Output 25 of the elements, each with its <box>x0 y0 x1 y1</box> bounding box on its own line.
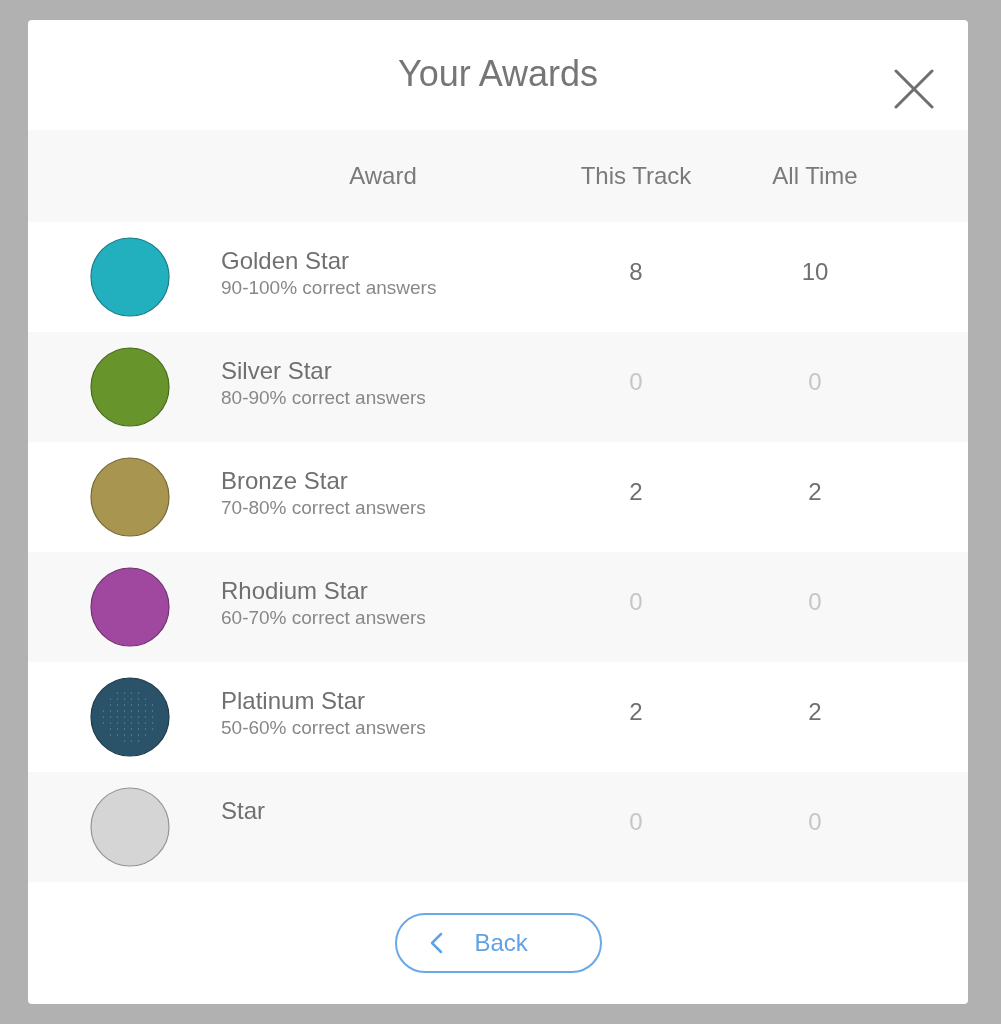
dialog-title: Your Awards <box>397 52 599 96</box>
award-name: Bronze Star <box>221 466 348 496</box>
award-name: Star <box>221 796 265 826</box>
award-count: 2 <box>629 477 643 507</box>
award-count: 2 <box>629 697 643 727</box>
award-description: 90-100% correct answers <box>221 276 437 300</box>
award-name: Golden Star <box>221 246 350 276</box>
award-description: 60-70% correct answers <box>221 606 426 630</box>
award-name: Silver Star <box>221 356 332 386</box>
award-count: 2 <box>808 697 822 727</box>
award-description: 50-60% correct answers <box>221 716 426 740</box>
award-count: 8 <box>629 257 643 287</box>
column-header: Award <box>349 161 417 191</box>
chevron-left-icon <box>428 932 443 954</box>
close-button[interactable] <box>894 69 934 109</box>
award-description: 80-90% correct answers <box>221 386 426 410</box>
close-icon <box>894 69 934 109</box>
award-count: 2 <box>808 477 822 507</box>
column-header: This Track <box>580 161 692 191</box>
award-description: 70-80% correct answers <box>221 496 426 520</box>
back-button[interactable]: Back <box>394 913 602 973</box>
award-name: Platinum Star <box>221 686 366 716</box>
award-name: Rhodium Star <box>221 576 368 606</box>
column-header: All Time <box>772 161 858 191</box>
award-count: 10 <box>801 257 829 287</box>
